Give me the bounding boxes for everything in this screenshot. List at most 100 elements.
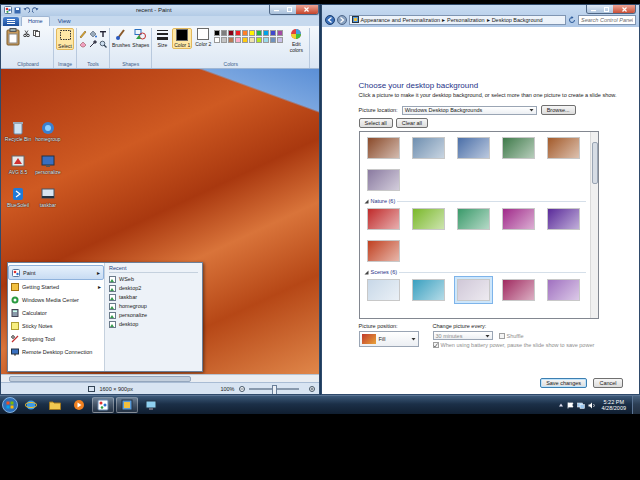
scroll-thumb[interactable]: [9, 376, 191, 382]
paint-menu-button[interactable]: [3, 17, 19, 26]
recent-item[interactable]: taskbar: [109, 293, 198, 301]
network-icon[interactable]: [577, 402, 585, 409]
palette-swatch[interactable]: [221, 37, 227, 43]
thumbnail[interactable]: [454, 205, 493, 233]
thumbnail[interactable]: [544, 205, 583, 233]
paste-button[interactable]: [5, 28, 21, 46]
close-button[interactable]: [613, 5, 635, 14]
ribbon-tab[interactable]: View: [52, 17, 77, 26]
text-tool-icon[interactable]: [99, 30, 107, 38]
save-icon[interactable]: [14, 7, 21, 14]
palette-swatch[interactable]: [270, 37, 276, 43]
action-center-icon[interactable]: [567, 402, 574, 409]
vertical-scrollbar[interactable]: [590, 132, 598, 318]
forward-icon[interactable]: [337, 15, 347, 25]
start-menu-item[interactable]: Getting Started▸: [8, 280, 104, 293]
ribbon-button[interactable]: Brushes: [112, 28, 130, 48]
zoom-slider[interactable]: [249, 388, 299, 390]
palette-swatch[interactable]: [235, 30, 241, 36]
group-header[interactable]: Nature (6): [364, 197, 586, 205]
thumbnail[interactable]: [409, 276, 448, 304]
ribbon-tab[interactable]: Home: [21, 16, 50, 26]
thumbnail[interactable]: [364, 276, 403, 304]
taskbar-button[interactable]: [68, 397, 90, 413]
palette-swatch[interactable]: [235, 37, 241, 43]
start-menu-item[interactable]: Sticky Notes: [8, 319, 104, 332]
palette-swatch[interactable]: [277, 30, 283, 36]
palette-swatch[interactable]: [214, 37, 220, 43]
desktop-icon[interactable]: AVG 8.5: [3, 154, 33, 175]
thumbnail[interactable]: [454, 276, 493, 304]
checkbox[interactable]: [433, 342, 439, 348]
zoom-in-icon[interactable]: [309, 386, 315, 392]
browse-button[interactable]: Browse...: [541, 105, 576, 115]
thumbnail[interactable]: [544, 276, 583, 304]
start-menu-item[interactable]: Paint▸: [8, 265, 104, 280]
zoom-thumb[interactable]: [272, 385, 277, 395]
interval-dropdown[interactable]: 30 minutes: [433, 331, 493, 340]
palette-swatch[interactable]: [270, 30, 276, 36]
clear-all-button[interactable]: Clear all: [396, 118, 428, 128]
taskbar-button[interactable]: [116, 397, 138, 413]
show-desktop-button[interactable]: [632, 396, 640, 414]
palette-swatch[interactable]: [242, 30, 248, 36]
ribbon-button[interactable]: Shapes: [132, 28, 149, 48]
palette-swatch[interactable]: [228, 37, 234, 43]
palette-swatch[interactable]: [249, 30, 255, 36]
position-dropdown[interactable]: Fill: [359, 331, 419, 347]
thumbnail[interactable]: [454, 134, 493, 162]
eraser-icon[interactable]: [79, 40, 87, 48]
desktop-icon[interactable]: personalize: [33, 154, 63, 175]
thumbnail[interactable]: [409, 205, 448, 233]
palette-swatch[interactable]: [221, 30, 227, 36]
collapse-icon[interactable]: [364, 199, 369, 204]
ribbon-button[interactable]: Size: [154, 28, 170, 48]
checkbox[interactable]: [499, 333, 505, 339]
maximize-button[interactable]: [600, 5, 613, 14]
desktop-icon[interactable]: homegroup: [33, 121, 63, 142]
copy-icon[interactable]: [33, 30, 40, 37]
ribbon-button[interactable]: Color 2: [194, 28, 212, 47]
scroll-thumb[interactable]: [592, 142, 598, 184]
thumbnail[interactable]: [499, 205, 538, 233]
close-button[interactable]: [296, 5, 318, 14]
breadcrumb[interactable]: Personalization: [447, 17, 485, 23]
taskbar-button[interactable]: [92, 397, 114, 413]
start-menu-item[interactable]: Snipping Tool: [8, 332, 104, 345]
palette-swatch[interactable]: [263, 30, 269, 36]
back-icon[interactable]: [325, 15, 335, 25]
dialog-button[interactable]: Save changes: [540, 378, 587, 388]
desktop-icon[interactable]: taskbar: [33, 187, 63, 208]
palette-swatch[interactable]: [277, 37, 283, 43]
start-orb-icon[interactable]: [2, 397, 18, 413]
refresh-icon[interactable]: [568, 16, 576, 24]
palette-swatch[interactable]: [242, 37, 248, 43]
group-header[interactable]: Scenes (6): [364, 268, 586, 276]
thumbnail[interactable]: [364, 166, 403, 194]
undo-icon[interactable]: [23, 7, 30, 14]
recent-item[interactable]: WSeb: [109, 275, 198, 283]
minimize-button[interactable]: [587, 5, 600, 14]
recent-item[interactable]: personalize: [109, 311, 198, 319]
ribbon-button[interactable]: Select: [56, 28, 74, 50]
taskbar-button[interactable]: [20, 397, 42, 413]
thumbnail[interactable]: [364, 237, 403, 265]
thumbnail[interactable]: [499, 134, 538, 162]
fill-icon[interactable]: [89, 30, 97, 38]
edit-colors-button[interactable]: Edit colors: [285, 28, 307, 53]
thumbnail[interactable]: [364, 134, 403, 162]
taskbar-button[interactable]: [44, 397, 66, 413]
dialog-button[interactable]: Cancel: [593, 378, 623, 388]
recent-item[interactable]: homegroup: [109, 302, 198, 310]
taskbar-button[interactable]: [140, 397, 162, 413]
volume-icon[interactable]: [588, 402, 596, 409]
desktop-icon[interactable]: BlueSoleil: [3, 187, 33, 208]
address-bar[interactable]: Appearance and Personalization▸Personali…: [349, 15, 567, 25]
pencil-icon[interactable]: [79, 30, 87, 38]
maximize-button[interactable]: [283, 5, 296, 14]
start-menu-item[interactable]: Remote Desktop Connection: [8, 345, 104, 358]
ribbon-button[interactable]: Color 1: [172, 28, 192, 49]
recent-item[interactable]: desktop: [109, 320, 198, 328]
palette-swatch[interactable]: [228, 30, 234, 36]
recent-item[interactable]: desktop2: [109, 284, 198, 292]
